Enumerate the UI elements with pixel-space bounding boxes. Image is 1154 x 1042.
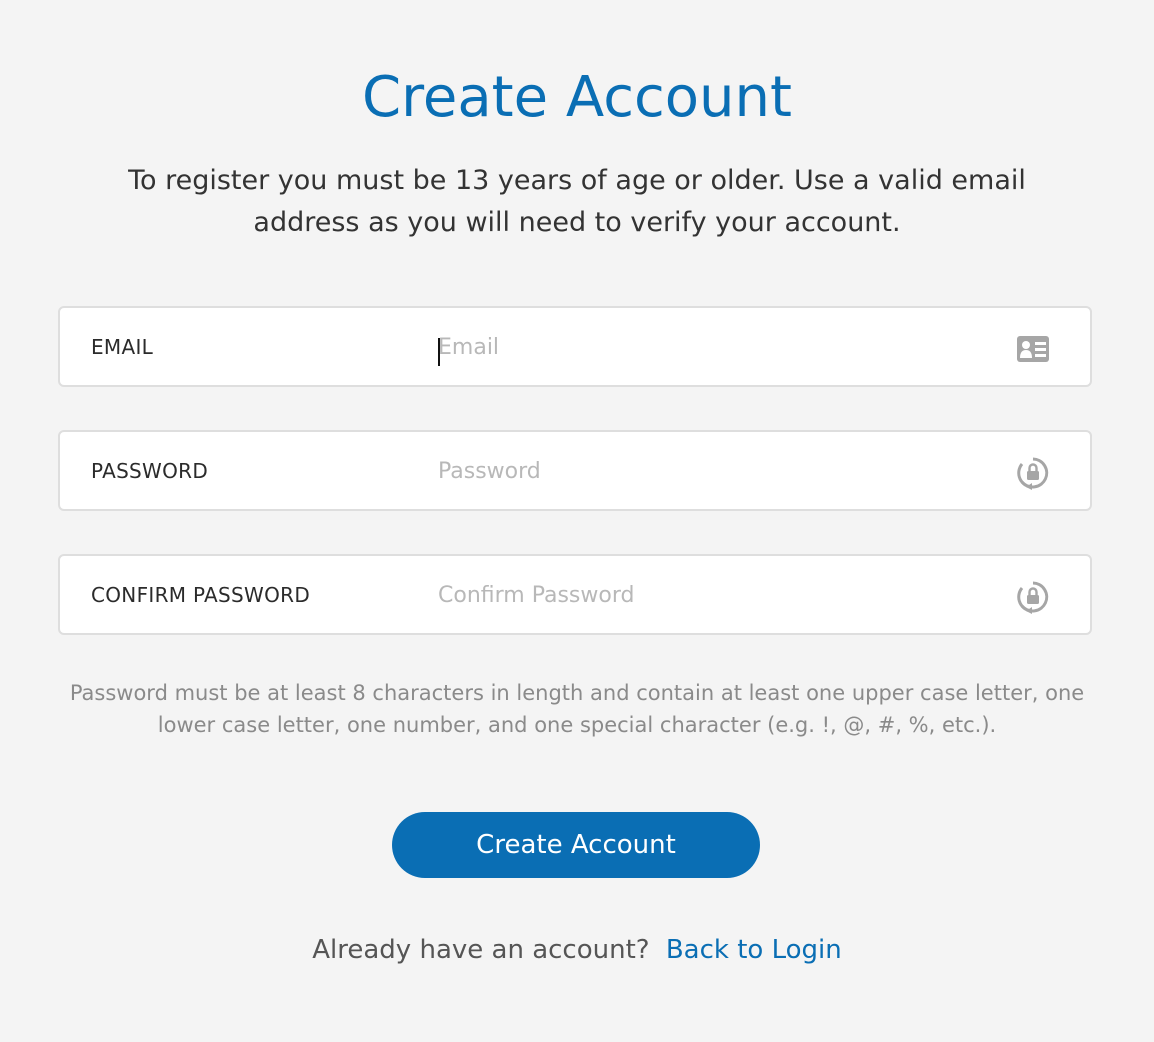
confirm-password-label: CONFIRM PASSWORD [91, 583, 311, 607]
lock-refresh-icon [1016, 456, 1050, 490]
email-input[interactable] [438, 326, 998, 368]
confirm-password-input[interactable] [438, 574, 998, 616]
back-to-login-link[interactable]: Back to Login [666, 935, 842, 965]
registration-intro: To register you must be 13 years of age … [128, 165, 1026, 238]
password-requirements-hint: Password must be at least 8 characters i… [69, 681, 1085, 737]
email-label: EMAIL [91, 335, 154, 359]
page-title: Create Account [362, 65, 792, 130]
lock-refresh-icon [1016, 580, 1050, 614]
password-label: PASSWORD [91, 459, 209, 483]
login-prompt: Already have an account? Back to Login [0, 930, 1154, 970]
text-cursor [438, 338, 440, 366]
login-question-text: Already have an account? [312, 935, 650, 965]
email-field-row: EMAIL [58, 306, 1092, 387]
password-field-row: PASSWORD [58, 430, 1092, 511]
create-account-button[interactable]: Create Account [392, 812, 760, 878]
id-card-icon [1016, 332, 1050, 366]
password-input[interactable] [438, 450, 998, 492]
confirm-password-field-row: CONFIRM PASSWORD [58, 554, 1092, 635]
